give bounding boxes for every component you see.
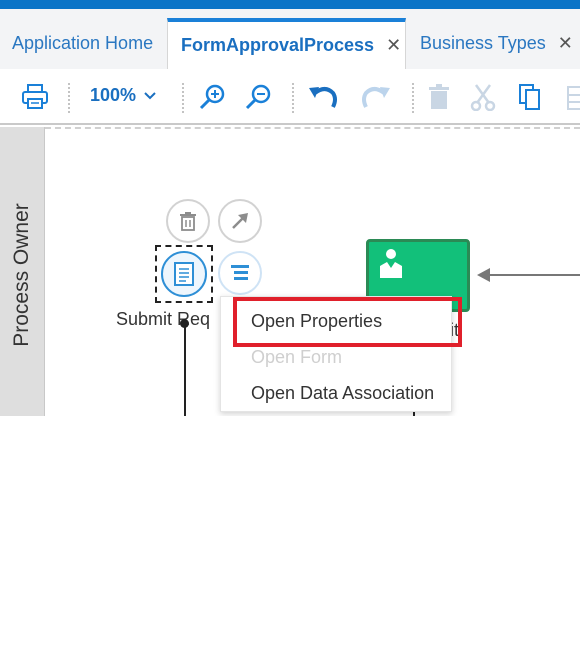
close-icon[interactable]: ✕ (558, 33, 573, 54)
paste-icon[interactable] (560, 81, 580, 113)
delete-node-button[interactable] (166, 199, 210, 243)
task-label: Submit Req (116, 309, 211, 329)
arrow-head-icon (477, 268, 490, 282)
node-menu-button[interactable] (218, 251, 262, 295)
tab-form-approval-process[interactable]: FormApprovalProcess ✕ (167, 18, 406, 69)
toolbar-separator (292, 83, 294, 113)
toolbar: 100% (0, 69, 580, 125)
swimlane-border (45, 127, 580, 129)
tab-application-home[interactable]: Application Home (12, 18, 153, 69)
arrow-icon (232, 213, 248, 229)
swimlane-header[interactable]: Process Owner (0, 127, 45, 416)
user-task-icon (380, 249, 402, 278)
delete-icon[interactable] (423, 81, 455, 113)
connect-node-button[interactable] (218, 199, 262, 243)
close-icon[interactable]: ✕ (386, 35, 401, 56)
toolbar-separator (182, 83, 184, 113)
menu-item-open-data-association[interactable]: Open Data Association (251, 383, 434, 404)
highlight-box (233, 297, 462, 347)
sequence-flow[interactable] (490, 274, 580, 276)
tab-business-types[interactable]: Business Types ✕ (420, 18, 573, 69)
toolbar-separator (412, 83, 414, 113)
tab-label: FormApprovalProcess (181, 35, 375, 55)
blank-area (0, 416, 580, 666)
cut-icon[interactable] (467, 81, 499, 113)
print-icon[interactable] (19, 81, 51, 113)
zoom-level: 100% (90, 85, 137, 105)
redo-icon[interactable] (360, 81, 392, 113)
sequence-flow[interactable] (184, 324, 186, 416)
zoom-out-icon[interactable] (242, 81, 274, 113)
process-canvas[interactable]: Process Owner Submit Req it Open Propert… (0, 127, 580, 416)
zoom-in-icon[interactable] (196, 81, 228, 113)
copy-icon[interactable] (514, 81, 546, 113)
undo-icon[interactable] (307, 81, 339, 113)
submit-request-task[interactable] (161, 251, 207, 297)
zoom-dropdown[interactable]: 100% (90, 85, 156, 106)
menu-item-open-form: Open Form (251, 347, 343, 367)
tab-label: Business Types (420, 33, 546, 53)
menu-icon (231, 265, 249, 280)
tab-label: Application Home (12, 33, 154, 53)
trash-icon (180, 212, 196, 231)
swimlane-label: Process Owner (10, 203, 33, 347)
tab-bar: Application Home FormApprovalProcess ✕ B… (0, 9, 580, 69)
chevron-down-icon (144, 91, 156, 99)
form-icon (174, 262, 194, 286)
toolbar-separator (68, 83, 70, 113)
window-top-bar (0, 0, 580, 9)
